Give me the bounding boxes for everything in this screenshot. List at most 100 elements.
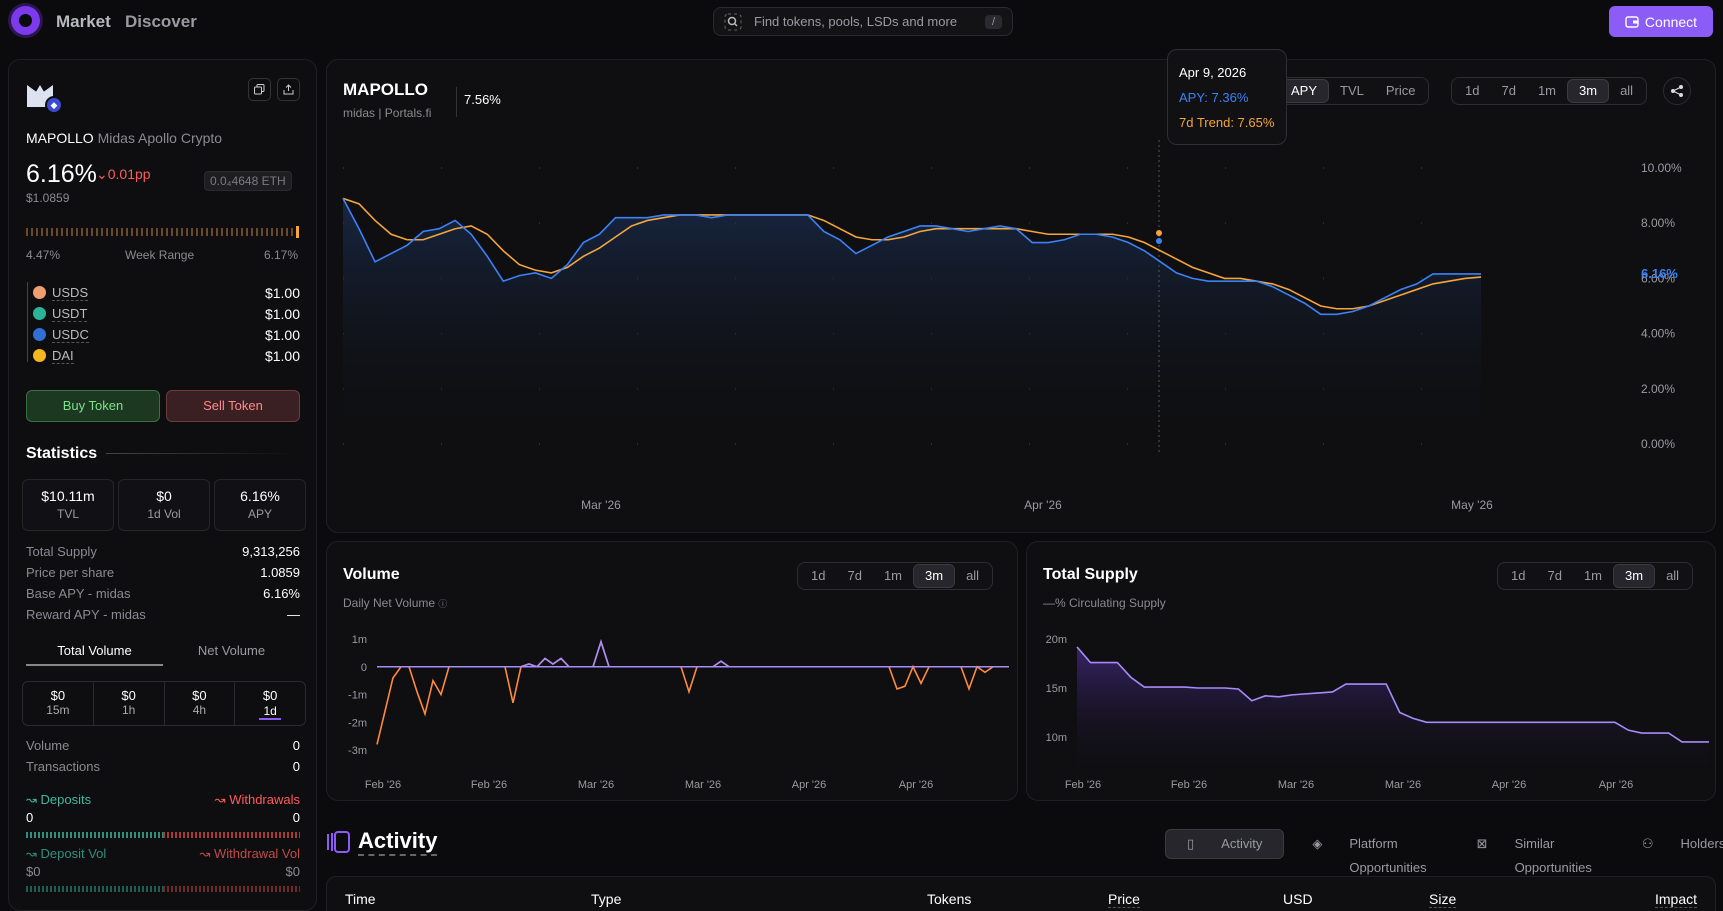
tab-holders-label: Holders xyxy=(1680,836,1723,851)
x-tick-label: Mar '26 xyxy=(578,779,614,791)
token-change: ⌄0.01pp xyxy=(96,166,151,183)
deposit-vol-value: $0 xyxy=(26,864,41,879)
column-price[interactable]: Price xyxy=(1108,891,1140,908)
deposits-section: ↝ Deposits ↝ Withdrawals 0 0 xyxy=(26,792,300,838)
usdt-icon xyxy=(33,307,46,320)
x-tick-label: Mar '26 xyxy=(685,779,721,791)
column-time[interactable]: Time xyxy=(345,891,376,907)
stat-card-value: $0 xyxy=(156,488,172,504)
apy-line-chart[interactable]: 10.00%8.00%6.00%4.00%2.00%0.00%6.16%Mar … xyxy=(327,60,1717,534)
y-tick-label: -1m xyxy=(348,690,367,702)
period-stat-4h[interactable]: $0 4h xyxy=(165,682,236,725)
deposit-vol-label: Deposit Vol xyxy=(40,846,107,861)
stat-card-label: APY xyxy=(247,507,272,521)
underlying-item-usdt[interactable]: USDT $1.00 xyxy=(33,303,300,324)
withdrawal-vol-label: Withdrawal Vol xyxy=(214,846,300,861)
apy-area xyxy=(343,198,1481,444)
volume-value: 0 xyxy=(292,738,300,753)
underlying-item-usdc[interactable]: USDC $1.00 xyxy=(33,324,300,345)
share-button[interactable] xyxy=(277,78,300,101)
tab-activity[interactable]: ▯ Activity xyxy=(1165,829,1285,859)
deposits-ratio-bar xyxy=(26,832,300,838)
app-logo-icon[interactable] xyxy=(11,6,40,35)
stat-row-label: Price per share xyxy=(26,565,115,580)
token-sidebar: ◆ MAPOLLO Midas Apollo Crypto 6.16% ⌄0.0… xyxy=(8,59,317,911)
stat-row-label: Reward APY - midas xyxy=(26,607,146,622)
period-value: $0 xyxy=(192,688,207,703)
sell-token-button[interactable]: Sell Token xyxy=(166,390,300,422)
stat-cards: $10.11m TVL $0 1d Vol 6.16% APY xyxy=(22,479,306,531)
period-stat-1h[interactable]: $0 1h xyxy=(94,682,165,725)
deposit-vol-section: ↝ Deposit Vol ↝ Withdrawal Vol $0 $0 xyxy=(26,846,300,892)
column-type[interactable]: Type xyxy=(591,891,621,907)
tab-similar-opportunities[interactable]: ⊠ Similar Opportunities xyxy=(1455,829,1614,875)
volume-tabs: Total Volume Net Volume xyxy=(26,640,300,666)
tab-total-volume[interactable]: Total Volume xyxy=(26,640,163,666)
token-change-value: 0.01pp xyxy=(107,166,151,182)
buy-token-button[interactable]: Buy Token xyxy=(26,390,160,422)
deposit-vol-ratio-bar xyxy=(26,886,300,892)
tab-holders[interactable]: ⚇ Holders xyxy=(1620,829,1723,859)
period-stat-1d[interactable]: $0 1d xyxy=(235,682,305,725)
statistics-title: Statistics xyxy=(26,445,98,462)
usds-icon xyxy=(33,286,46,299)
trend-up-icon: ↝ xyxy=(26,792,37,807)
stat-card-value: 6.16% xyxy=(240,488,280,504)
token-price: $1.0859 xyxy=(26,191,70,205)
period-label: 1h xyxy=(121,703,136,717)
column-size[interactable]: Size xyxy=(1429,891,1457,908)
ethereum-icon: ◆ xyxy=(45,96,63,114)
connect-button[interactable]: Connect xyxy=(1609,6,1713,37)
underlying-name: USDT xyxy=(52,305,88,322)
nav-market-link[interactable]: Market xyxy=(56,12,111,32)
compare-icon: ⊠ xyxy=(1476,836,1488,851)
x-tick-label: Feb '26 xyxy=(365,779,401,791)
main-chart-panel: MAPOLLO midas | Portals.fi 7.56% APY TVL… xyxy=(326,49,1717,534)
x-tick-label: Apr '26 xyxy=(1024,498,1062,512)
chevron-down-icon: ⌄ xyxy=(96,166,108,182)
x-tick-label: Apr '26 xyxy=(899,779,934,791)
stat-row-value: 6.16% xyxy=(263,586,300,601)
x-tick-label: Apr '26 xyxy=(792,779,827,791)
token-name: Midas Apollo Crypto xyxy=(97,130,223,146)
period-label: 15m xyxy=(46,703,70,717)
period-stat-15m[interactable]: $0 15m xyxy=(23,682,94,725)
tab-net-volume[interactable]: Net Volume xyxy=(163,640,300,666)
y-tick-label: 10.00% xyxy=(1641,161,1682,175)
supply-panel: Total Supply —% Circulating Supply 1d 7d… xyxy=(1026,541,1716,801)
trend-down-icon: ↝ xyxy=(199,846,211,861)
stat-card-label: 1d Vol xyxy=(147,507,181,521)
deposits-label: Deposits xyxy=(40,792,92,807)
volume-panel: Volume Daily Net Volume ⓘ 1d 7d 1m 3m al… xyxy=(326,541,1018,801)
underlying-item-usds[interactable]: USDS $1.00 xyxy=(33,282,300,303)
deposits-value: 0 xyxy=(26,810,34,825)
underlying-item-dai[interactable]: DAI $1.00 xyxy=(33,345,300,366)
layers-icon: ◈ xyxy=(1312,836,1323,851)
column-tokens[interactable]: Tokens xyxy=(927,891,971,907)
transactions-value: 0 xyxy=(292,759,300,774)
y-tick-label: 1m xyxy=(352,634,367,646)
tab-platform-opportunities[interactable]: ◈ Platform Opportunities xyxy=(1290,829,1448,875)
search-bar[interactable]: Find tokens, pools, LSDs and more / xyxy=(713,7,1013,36)
column-impact[interactable]: Impact xyxy=(1655,891,1698,908)
wallet-icon xyxy=(1625,16,1639,28)
x-tick-label: Apr '26 xyxy=(1599,779,1634,791)
x-tick-label: Mar '26 xyxy=(1278,779,1314,791)
supply-area-chart[interactable]: 20m 15m 10m Feb '26 Feb '26 Mar '26 Mar '26 Apr… xyxy=(1027,542,1717,802)
nav-discover-link[interactable]: Discover xyxy=(125,12,197,32)
trend-hover-point xyxy=(1156,230,1162,236)
week-range-bar xyxy=(26,228,300,236)
stat-row-label: Base APY - midas xyxy=(26,586,131,601)
period-value: $0 xyxy=(121,688,136,703)
copy-button[interactable] xyxy=(248,78,271,101)
stat-row: Reward APY - midas — xyxy=(26,607,300,628)
stat-row-label: Total Supply xyxy=(26,544,97,559)
token-eth-price: 0.0₄4648 ETH xyxy=(204,171,292,191)
withdrawals-label: Withdrawals xyxy=(229,792,300,807)
tab-activity-label: Activity xyxy=(1221,836,1263,851)
stat-card-1d-vol: $0 1d Vol xyxy=(118,479,210,531)
chart-tooltip: Apr 9, 2026 APY: 7.36% 7d Trend: 7.65% xyxy=(1167,49,1287,145)
volume-line-chart[interactable]: 1m 0 -1m -2m -3m Feb '26 Feb '26 Mar '26 Mar '26… xyxy=(327,542,1019,802)
token-title: MAPOLLO Midas Apollo Crypto xyxy=(26,130,222,146)
column-usd[interactable]: USD xyxy=(1283,891,1313,907)
